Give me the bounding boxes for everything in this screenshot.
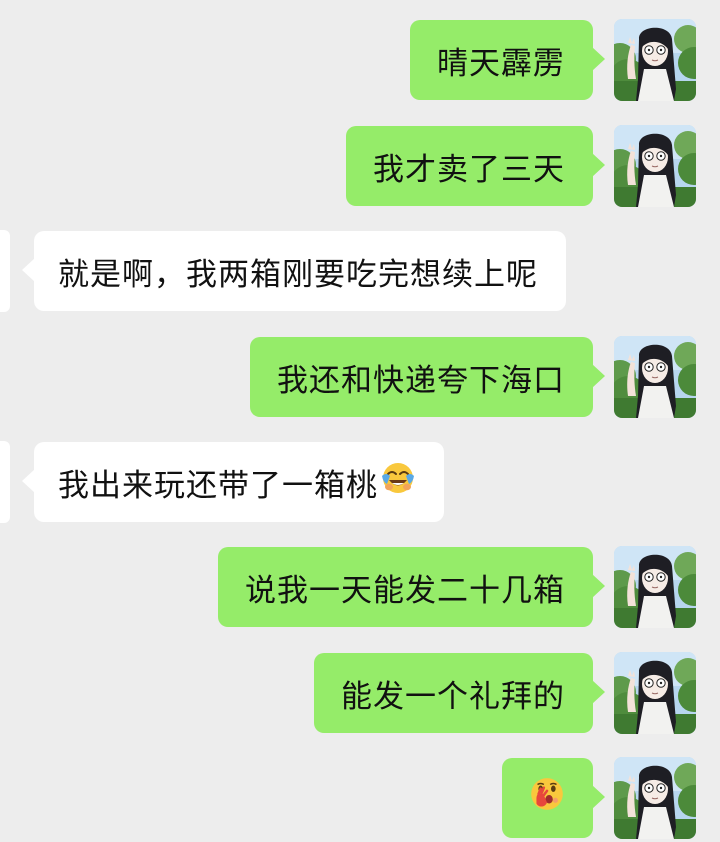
sent-message-bubble[interactable]: 我才卖了三天 [346, 126, 605, 206]
message-row-sent: 晴天霹雳 [0, 19, 720, 101]
received-message-bubble[interactable]: 我出来玩还带了一箱桃 [22, 442, 444, 522]
message-text: 说我一天能发二十几箱 [245, 572, 565, 609]
face-with-tears-of-joy-icon [380, 460, 416, 504]
peer-avatar[interactable] [0, 230, 10, 312]
anime-girl-avatar-icon[interactable] [614, 757, 696, 839]
message-text: 能发一个礼拜的 [341, 678, 565, 715]
sent-message-bubble[interactable] [502, 758, 605, 838]
sent-message-bubble[interactable]: 能发一个礼拜的 [314, 653, 605, 733]
peer-avatar[interactable] [0, 441, 10, 523]
sent-message-bubble[interactable]: 我还和快递夸下海口 [250, 337, 605, 417]
message-text: 晴天霹雳 [437, 45, 565, 82]
message-row-received: 我出来玩还带了一箱桃 [0, 441, 720, 523]
message-text: 我出来玩还带了一箱桃 [58, 467, 378, 504]
anime-girl-avatar-icon[interactable] [614, 546, 696, 628]
sent-message-bubble[interactable]: 晴天霹雳 [410, 20, 605, 100]
received-message-bubble[interactable]: 就是啊，我两箱刚要吃完想续上呢 [22, 231, 566, 311]
message-text: 我才卖了三天 [373, 151, 565, 188]
message-row-sent: 说我一天能发二十几箱 [0, 546, 720, 628]
message-row-sent: 我还和快递夸下海口 [0, 336, 720, 418]
message-text: 就是啊，我两箱刚要吃完想续上呢 [58, 256, 538, 293]
face-with-hand-over-mouth-icon [528, 775, 566, 821]
anime-girl-avatar-icon[interactable] [614, 125, 696, 207]
message-row-received: 就是啊，我两箱刚要吃完想续上呢 [0, 230, 720, 312]
anime-girl-avatar-icon[interactable] [614, 19, 696, 101]
sent-message-bubble[interactable]: 说我一天能发二十几箱 [218, 547, 605, 627]
message-row-sent: 能发一个礼拜的 [0, 652, 720, 734]
message-row-sent: 我才卖了三天 [0, 125, 720, 207]
message-text: 我还和快递夸下海口 [277, 362, 565, 399]
anime-girl-avatar-icon[interactable] [614, 652, 696, 734]
message-row-sent [0, 757, 720, 839]
anime-girl-avatar-icon[interactable] [614, 336, 696, 418]
